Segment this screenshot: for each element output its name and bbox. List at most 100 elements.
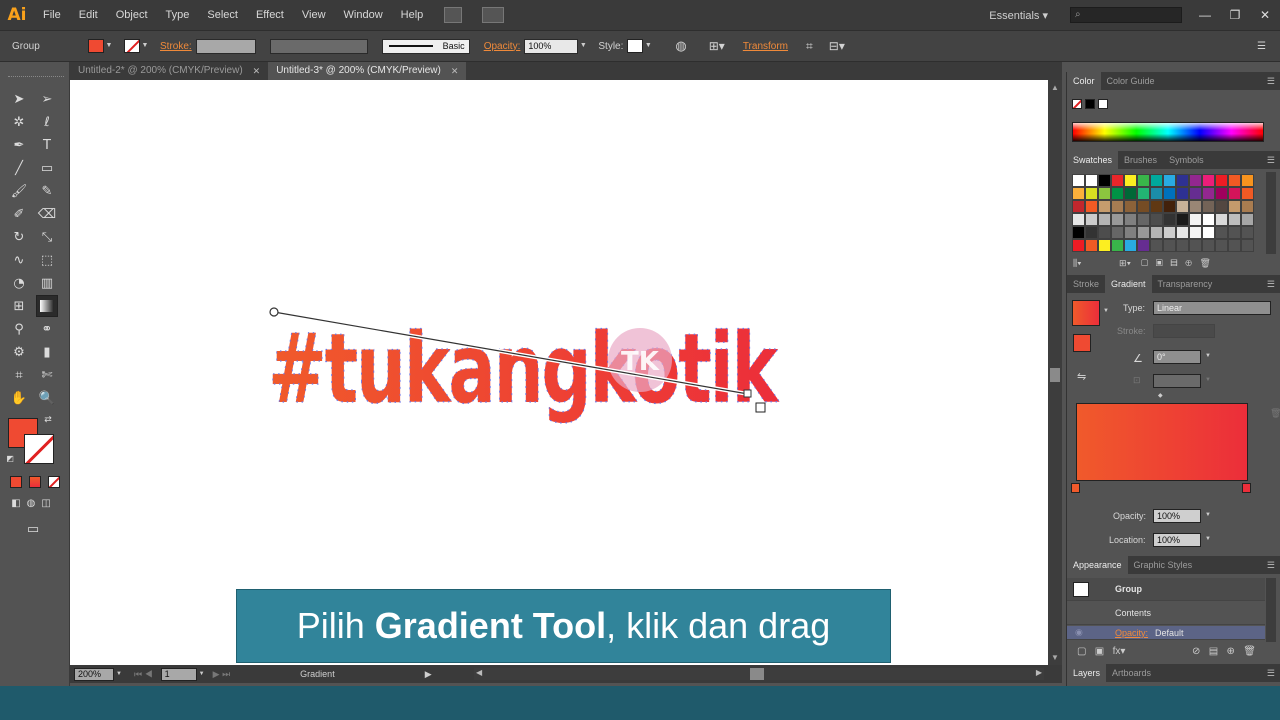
- none-mode-icon[interactable]: [48, 476, 60, 488]
- swatch-cell[interactable]: [1176, 187, 1189, 200]
- scroll-down-icon[interactable]: ▼: [1048, 653, 1062, 662]
- swatch-cell[interactable]: [1111, 213, 1124, 226]
- swatch-cell[interactable]: [1098, 213, 1111, 226]
- horizontal-scrollbar[interactable]: ◀ ▶: [474, 668, 1044, 680]
- swatch-cell[interactable]: [1215, 187, 1228, 200]
- opacity-field[interactable]: 100%: [524, 38, 579, 54]
- align-to-icon[interactable]: ⊞▾: [709, 39, 725, 53]
- chevron-down-icon[interactable]: ▼: [1205, 353, 1211, 359]
- line-segment-tool-icon[interactable]: ╱: [8, 157, 30, 179]
- tab-gradient[interactable]: Gradient: [1105, 275, 1152, 293]
- swatch-cell[interactable]: [1202, 187, 1215, 200]
- isolate-group-icon[interactable]: ⌗: [806, 39, 813, 54]
- status-menu-icon[interactable]: ▶: [425, 669, 432, 680]
- shape-builder-tool-icon[interactable]: ◔: [8, 272, 30, 294]
- white-swatch[interactable]: [1098, 99, 1108, 109]
- swatch-cell[interactable]: [1111, 239, 1124, 252]
- menu-window[interactable]: Window: [335, 0, 392, 30]
- swatch-cell[interactable]: [1202, 239, 1215, 252]
- chevron-down-icon[interactable]: ▼: [197, 667, 207, 681]
- swap-colors-icon[interactable]: ⇄: [42, 414, 54, 426]
- arrange-documents-icon[interactable]: [482, 7, 505, 23]
- swatch-cell[interactable]: [1137, 174, 1150, 187]
- swatch-cell[interactable]: [1176, 239, 1189, 252]
- gradient-origin-handle[interactable]: [269, 307, 279, 317]
- menu-edit[interactable]: Edit: [70, 0, 107, 30]
- swatch-cell[interactable]: [1228, 226, 1241, 239]
- menu-view[interactable]: View: [293, 0, 335, 30]
- recolor-artwork-icon[interactable]: ◍: [675, 38, 686, 54]
- menu-select[interactable]: Select: [198, 0, 247, 30]
- appearance-scrollbar[interactable]: [1266, 578, 1276, 642]
- swatch-cell[interactable]: [1124, 174, 1137, 187]
- swatch-cell[interactable]: [1189, 200, 1202, 213]
- swatch-cell[interactable]: [1215, 213, 1228, 226]
- menu-file[interactable]: File: [34, 0, 70, 30]
- opacity-label[interactable]: Opacity:: [484, 41, 521, 52]
- column-graph-tool-icon[interactable]: ▮: [36, 341, 58, 363]
- close-icon[interactable]: ✕: [451, 62, 459, 80]
- stroke-gradient-buttons[interactable]: [1153, 324, 1215, 338]
- swatch-cell[interactable]: [1228, 187, 1241, 200]
- swatch-cell[interactable]: [1072, 174, 1085, 187]
- search-input[interactable]: ⌕: [1070, 7, 1182, 23]
- swatch-cell[interactable]: [1202, 200, 1215, 213]
- minimize-icon[interactable]: —: [1190, 0, 1220, 30]
- swatch-cell[interactable]: [1137, 239, 1150, 252]
- scroll-thumb[interactable]: [1050, 368, 1060, 382]
- fill-stroke-proxy-icon[interactable]: [1073, 334, 1091, 352]
- swatch-cell[interactable]: [1072, 213, 1085, 226]
- swatch-cell[interactable]: [1150, 187, 1163, 200]
- selection-tool-icon[interactable]: ➤: [8, 88, 30, 110]
- swatch-cell[interactable]: [1241, 239, 1254, 252]
- swatch-cell[interactable]: [1241, 174, 1254, 187]
- tab-swatches[interactable]: Swatches: [1067, 151, 1119, 169]
- graphic-style-swatch[interactable]: [627, 39, 644, 53]
- panel-menu-icon[interactable]: ☰: [1267, 72, 1275, 90]
- menu-object[interactable]: Object: [107, 0, 157, 30]
- gradient-stop-left[interactable]: [1071, 483, 1080, 493]
- tab-untitled-2[interactable]: Untitled-2* @ 200% (CMYK/Preview) ✕: [70, 62, 268, 80]
- chevron-down-icon[interactable]: ▼: [114, 667, 124, 681]
- appearance-footer-icons[interactable]: ▢ ▣ fx▾ ⊘ ▤ ⊕ 🗑: [1077, 646, 1256, 657]
- swatch-cell[interactable]: [1189, 213, 1202, 226]
- hand-tool-icon[interactable]: ✋: [8, 387, 30, 409]
- default-colors-icon[interactable]: ◩: [4, 452, 16, 464]
- menu-help[interactable]: Help: [392, 0, 433, 30]
- scroll-thumb[interactable]: [750, 668, 764, 680]
- swatch-cell[interactable]: [1189, 239, 1202, 252]
- swatch-cell[interactable]: [1137, 226, 1150, 239]
- eyedropper-tool-icon[interactable]: ⚲: [8, 318, 30, 340]
- tab-brushes[interactable]: Brushes: [1118, 151, 1163, 169]
- swatch-cell[interactable]: [1111, 174, 1124, 187]
- swatch-cell[interactable]: [1215, 226, 1228, 239]
- stop-location-field[interactable]: 100%: [1153, 533, 1201, 547]
- variable-width-profile[interactable]: [269, 38, 368, 54]
- swatch-cell[interactable]: [1111, 187, 1124, 200]
- color-spectrum[interactable]: [1072, 122, 1264, 142]
- chevron-down-icon[interactable]: ▼: [643, 39, 653, 53]
- swatch-cell[interactable]: [1150, 239, 1163, 252]
- swatch-cell[interactable]: [1111, 200, 1124, 213]
- swatch-cell[interactable]: [1202, 226, 1215, 239]
- appearance-row-contents[interactable]: Contents: [1067, 602, 1265, 625]
- swatch-cell[interactable]: [1085, 239, 1098, 252]
- panel-menu-icon[interactable]: ☰: [1267, 275, 1275, 293]
- swatch-cell[interactable]: [1189, 187, 1202, 200]
- lasso-tool-icon[interactable]: ℓ: [36, 111, 58, 133]
- bridge-icon[interactable]: [444, 7, 463, 23]
- pen-tool-icon[interactable]: ✒: [8, 134, 30, 156]
- swatch-cell[interactable]: [1163, 187, 1176, 200]
- stroke-color-swatch[interactable]: [24, 434, 54, 464]
- mesh-tool-icon[interactable]: ⊞: [8, 295, 30, 317]
- scroll-left-icon[interactable]: ◀: [476, 668, 482, 677]
- gradient-mode-icon[interactable]: [29, 476, 41, 488]
- scroll-up-icon[interactable]: ▲: [1048, 83, 1062, 92]
- tab-transparency[interactable]: Transparency: [1152, 275, 1219, 293]
- gradient-type-select[interactable]: Linear: [1153, 301, 1271, 315]
- reverse-gradient-icon[interactable]: ⇋: [1077, 370, 1086, 383]
- tab-graphic-styles[interactable]: Graphic Styles: [1128, 556, 1199, 574]
- swatch-cell[interactable]: [1176, 200, 1189, 213]
- swatch-cell[interactable]: [1150, 213, 1163, 226]
- paintbrush-tool-icon[interactable]: 🖌: [8, 180, 30, 202]
